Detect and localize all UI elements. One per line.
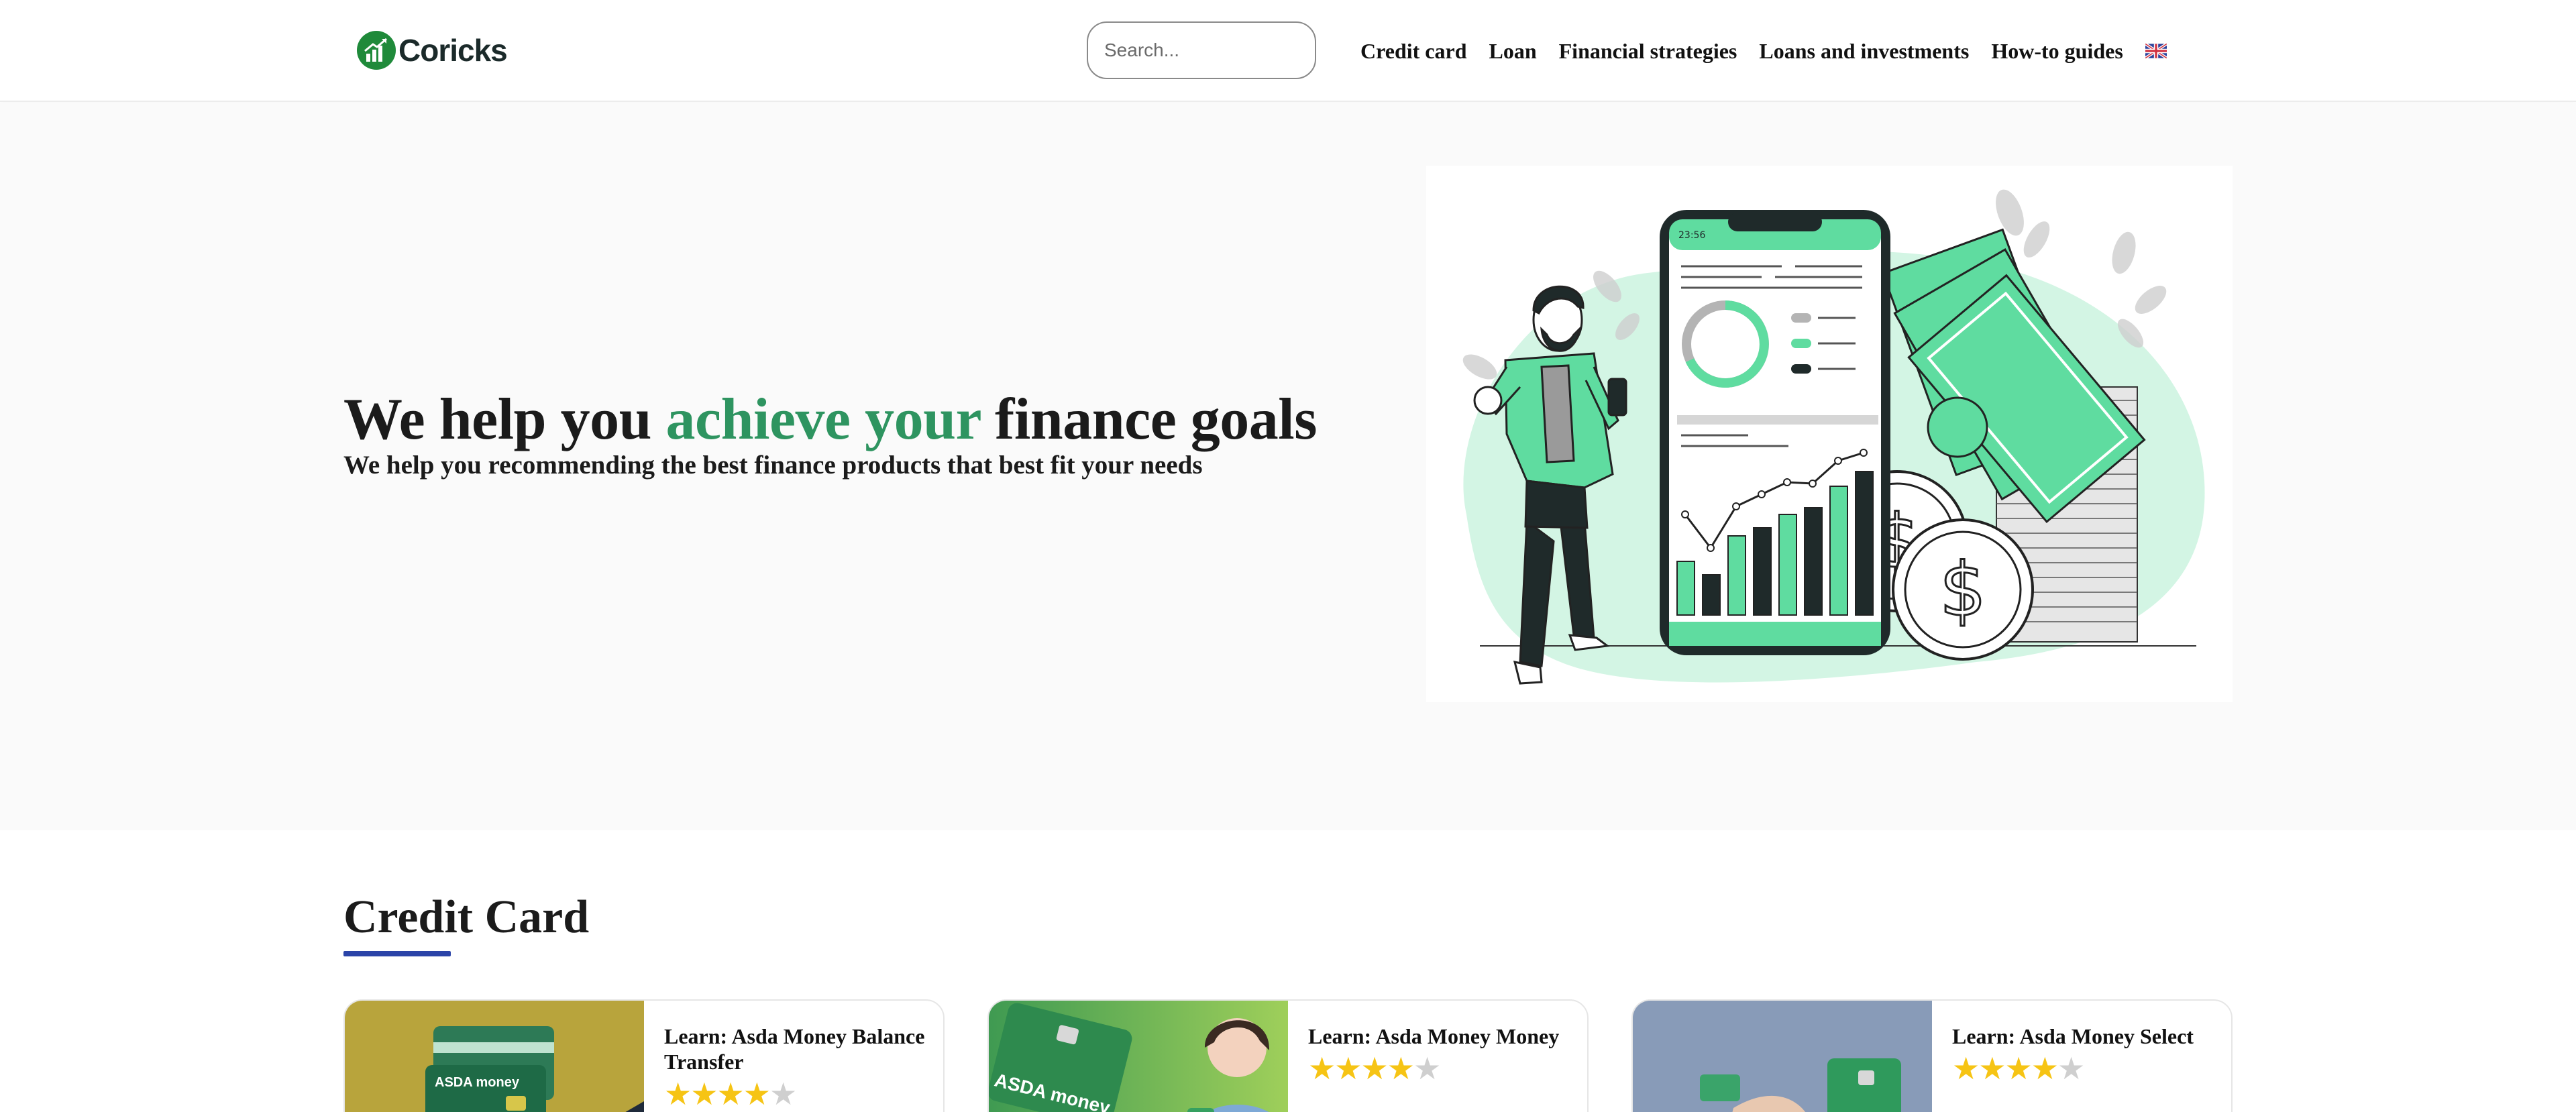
star-filled-icon: ★ <box>2004 1050 2033 1087</box>
site-header: Coricks Credit card Loan Financial strat… <box>0 0 2576 102</box>
credit-card-item[interactable]: ASDA money Learn: Asda Money Balance Tra… <box>343 999 945 1112</box>
card-title[interactable]: Learn: Asda Money Select <box>1952 1023 2220 1049</box>
hero-title-part1: We help you <box>343 387 666 452</box>
logo-chart-icon <box>357 31 396 70</box>
nav-how-to-guides[interactable]: How-to guides <box>1991 39 2123 64</box>
main-nav: Credit card Loan Financial strategies Lo… <box>1360 35 2167 67</box>
star-empty-icon: ★ <box>1413 1050 1441 1087</box>
phone-time: 23:56 <box>1678 230 1705 241</box>
hero-title: We help you achieve your finance goals <box>343 386 1317 453</box>
logo[interactable]: Coricks <box>357 30 508 71</box>
star-filled-icon: ★ <box>1952 1050 1980 1087</box>
star-filled-icon: ★ <box>716 1076 745 1112</box>
star-filled-icon: ★ <box>1360 1050 1389 1087</box>
star-filled-icon: ★ <box>690 1076 718 1112</box>
svg-text:$: $ <box>1939 547 1986 632</box>
star-filled-icon: ★ <box>1308 1050 1336 1087</box>
card-title[interactable]: Learn: Asda Money Money <box>1308 1023 1576 1049</box>
nav-loans-and-investments[interactable]: Loans and investments <box>1759 39 1969 64</box>
hero-illustration: $ $ 23:56 <box>1426 166 2233 702</box>
uk-flag-icon[interactable] <box>2144 42 2167 60</box>
star-filled-icon: ★ <box>743 1076 771 1112</box>
hero-subtitle: We help you recommending the best financ… <box>343 451 1203 480</box>
star-rating: ★★★★★ <box>1952 1052 2220 1085</box>
section-title-underline <box>343 951 451 956</box>
card-brand-text: ASDA money <box>435 1075 520 1090</box>
credit-card-section-title: Credit Card <box>343 891 590 943</box>
star-rating: ★★★★★ <box>664 1077 932 1111</box>
credit-card-item[interactable]: ASDA money Learn: Asda Money Money ★★★★★ <box>987 999 1589 1112</box>
star-empty-icon: ★ <box>2057 1050 2085 1087</box>
nav-loan[interactable]: Loan <box>1489 39 1536 64</box>
star-filled-icon: ★ <box>1334 1050 1362 1087</box>
credit-card-item[interactable]: ASDA money Learn: Asda Money Select ★★★★… <box>1631 999 2233 1112</box>
card-image-asda-balance-transfer[interactable]: ASDA money <box>345 1001 644 1112</box>
card-image-asda-select[interactable]: ASDA money <box>1633 1001 1932 1112</box>
card-body: Learn: Asda Money Select ★★★★★ <box>1952 1023 2220 1085</box>
hero-title-accent: achieve your <box>665 387 981 452</box>
search-input[interactable] <box>1087 21 1316 79</box>
hero-title-part2: finance goals <box>980 387 1317 452</box>
logo-text: Coricks <box>398 33 508 68</box>
hero-section: We help you achieve your finance goals W… <box>0 103 2576 830</box>
card-title[interactable]: Learn: Asda Money Balance Transfer <box>664 1023 932 1074</box>
card-image-asda-money[interactable]: ASDA money <box>989 1001 1288 1112</box>
star-rating: ★★★★★ <box>1308 1052 1576 1085</box>
card-body: Learn: Asda Money Balance Transfer ★★★★★ <box>664 1023 932 1111</box>
star-filled-icon: ★ <box>2031 1050 2059 1087</box>
star-empty-icon: ★ <box>769 1076 797 1112</box>
card-body: Learn: Asda Money Money ★★★★★ <box>1308 1023 1576 1085</box>
finance-illustration: $ $ 23:56 <box>1462 189 2205 685</box>
nav-financial-strategies[interactable]: Financial strategies <box>1559 39 1737 64</box>
star-filled-icon: ★ <box>664 1076 692 1112</box>
star-filled-icon: ★ <box>1387 1050 1415 1087</box>
star-filled-icon: ★ <box>1978 1050 2006 1087</box>
nav-credit-card[interactable]: Credit card <box>1360 39 1466 64</box>
